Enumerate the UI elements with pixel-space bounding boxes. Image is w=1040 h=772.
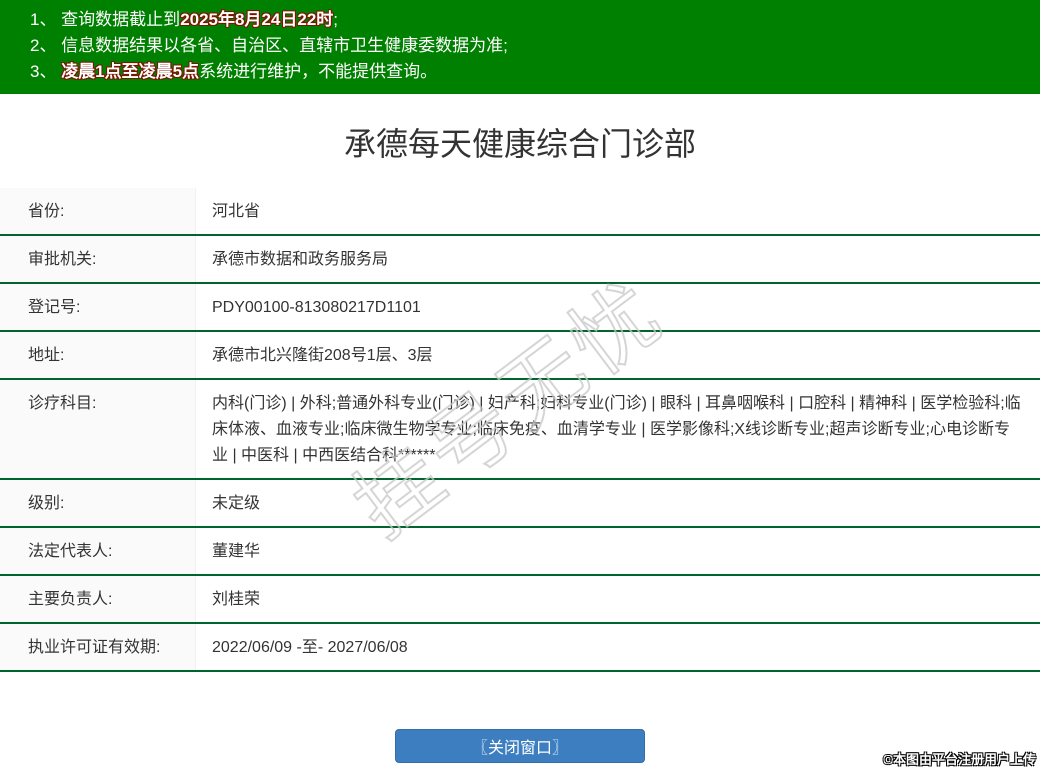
row-value: 承德市北兴隆街208号1层、3层 <box>196 332 1040 378</box>
page-title: 承德每天健康综合门诊部 <box>0 94 1040 188</box>
notice-line-2: 2、 信息数据结果以各省、自治区、直辖市卫生健康委数据为准; <box>30 33 1030 59</box>
notice-line-1-emphasis: 2025年8月24日22时 <box>180 10 333 29</box>
row-value: 内科(门诊) | 外科;普通外科专业(门诊) | 妇产科;妇科专业(门诊) | … <box>196 380 1040 478</box>
notice-line-1-text: 1、 查询数据截止到 <box>30 10 180 29</box>
row-value: 承德市数据和政务服务局 <box>196 236 1040 282</box>
row-label: 主要负责人: <box>0 576 196 622</box>
row-label: 地址: <box>0 332 196 378</box>
row-value: 董建华 <box>196 528 1040 574</box>
row-label: 执业许可证有效期: <box>0 624 196 670</box>
row-label: 登记号: <box>0 284 196 330</box>
row-label: 省份: <box>0 188 196 234</box>
notice-line-3: 3、 凌晨1点至凌晨5点系统进行维护，不能提供查询。 <box>30 59 1030 85</box>
row-label: 法定代表人: <box>0 528 196 574</box>
row-value: 刘桂荣 <box>196 576 1040 622</box>
table-row-person-in-charge: 主要负责人: 刘桂荣 <box>0 576 1040 624</box>
upload-attribution-note: ©本图由平台注册用户上传 <box>883 749 1036 768</box>
notice-line-3-emphasis: 凌晨1点至凌晨5点 <box>61 62 199 81</box>
row-value: 2022/06/09 -至- 2027/06/08 <box>196 624 1040 670</box>
row-label: 审批机关: <box>0 236 196 282</box>
notice-line-1-tail: ; <box>333 10 338 29</box>
info-table: 省份: 河北省 审批机关: 承德市数据和政务服务局 登记号: PDY00100-… <box>0 188 1040 672</box>
row-label: 级别: <box>0 480 196 526</box>
notice-line-3-tail: 系统进行维护，不能提供查询。 <box>199 62 437 81</box>
table-row-legal-representative: 法定代表人: 董建华 <box>0 528 1040 576</box>
table-row-address: 地址: 承德市北兴隆街208号1层、3层 <box>0 332 1040 380</box>
notice-line-1: 1、 查询数据截止到2025年8月24日22时; <box>30 7 1030 33</box>
row-value: PDY00100-813080217D1101 <box>196 284 1040 330</box>
table-row-license-validity: 执业许可证有效期: 2022/06/09 -至- 2027/06/08 <box>0 624 1040 672</box>
table-row-approval-authority: 审批机关: 承德市数据和政务服务局 <box>0 236 1040 284</box>
table-row-registration-number: 登记号: PDY00100-813080217D1101 <box>0 284 1040 332</box>
notice-banner: 1、 查询数据截止到2025年8月24日22时; 2、 信息数据结果以各省、自治… <box>0 0 1040 94</box>
table-row-medical-subjects: 诊疗科目: 内科(门诊) | 外科;普通外科专业(门诊) | 妇产科;妇科专业(… <box>0 380 1040 480</box>
table-row-level: 级别: 未定级 <box>0 480 1040 528</box>
close-window-button[interactable]: 〖关闭窗口〗 <box>395 729 645 763</box>
row-label: 诊疗科目: <box>0 380 196 478</box>
row-value: 未定级 <box>196 480 1040 526</box>
notice-line-2-text: 2、 信息数据结果以各省、自治区、直辖市卫生健康委数据为准; <box>30 36 508 55</box>
notice-line-3-text: 3、 <box>30 62 61 81</box>
row-value: 河北省 <box>196 188 1040 234</box>
table-row-province: 省份: 河北省 <box>0 188 1040 236</box>
